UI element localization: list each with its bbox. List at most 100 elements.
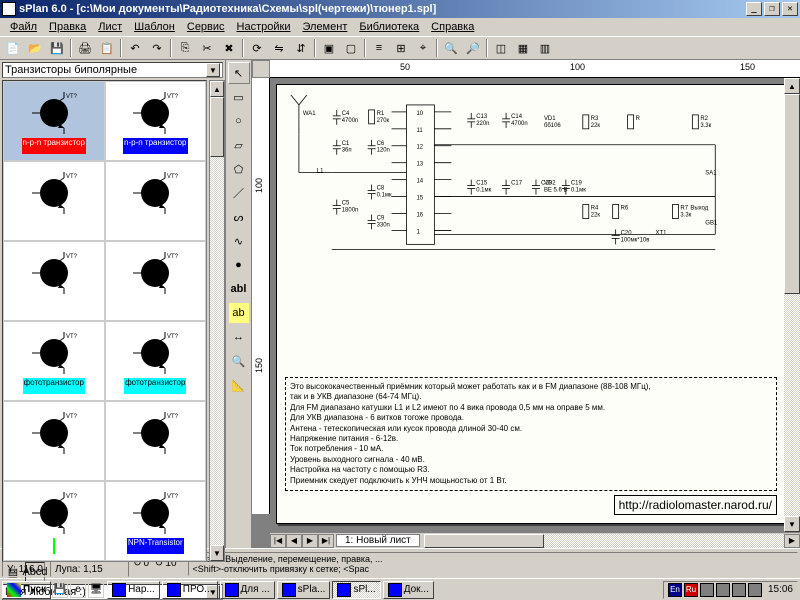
tray-icon-2[interactable]: [716, 583, 730, 597]
flip-h-button[interactable]: ⇋: [269, 38, 289, 58]
grid-button[interactable]: ⊞: [391, 38, 411, 58]
back-button[interactable]: ▢: [341, 38, 361, 58]
maximize-button[interactable]: ❐: [764, 2, 780, 16]
scroll-thumb[interactable]: [784, 94, 800, 294]
scroll-thumb[interactable]: [210, 97, 224, 157]
scroll-track[interactable]: [210, 97, 224, 545]
palette-item[interactable]: VT?: [3, 161, 105, 241]
measure-tool[interactable]: 📐: [228, 374, 250, 396]
menu-file[interactable]: Файл: [4, 19, 43, 35]
polygon-tool[interactable]: ⬠: [228, 158, 250, 180]
menu-element[interactable]: Элемент: [296, 19, 353, 35]
sheet-tab-1[interactable]: 1: Новый лист: [336, 534, 420, 547]
taskbar-task[interactable]: sPl...: [332, 581, 380, 599]
tool-a-button[interactable]: ▦: [513, 38, 533, 58]
shape-tool[interactable]: ▱: [228, 134, 250, 156]
component-button[interactable]: ◫: [491, 38, 511, 58]
pointer-tool[interactable]: ↖: [228, 62, 250, 84]
taskbar-task[interactable]: Док...: [383, 581, 434, 599]
taskbar-task[interactable]: Нар...: [107, 581, 160, 599]
menu-sheet[interactable]: Лист: [92, 19, 128, 35]
menu-template[interactable]: Шаблон: [128, 19, 181, 35]
menu-edit[interactable]: Правка: [43, 19, 92, 35]
library-category-dropdown[interactable]: Транзисторы биполярные ▼: [2, 62, 223, 78]
line-tool[interactable]: ／: [228, 182, 250, 204]
tray-lang-en[interactable]: En: [668, 583, 682, 597]
print-button[interactable]: 🖨: [75, 38, 95, 58]
taskbar-task[interactable]: sPla...: [277, 581, 331, 599]
undo-button[interactable]: ↶: [125, 38, 145, 58]
junction-tool[interactable]: ●: [228, 254, 250, 276]
palette-scrollbar[interactable]: ▲ ▼: [209, 80, 225, 562]
align-button[interactable]: ≡: [369, 38, 389, 58]
front-button[interactable]: ▣: [319, 38, 339, 58]
palette-item[interactable]: VT?: [3, 401, 105, 481]
tray-lang-ru[interactable]: Ru: [684, 583, 698, 597]
svg-text:GB1: GB1: [705, 220, 718, 226]
scroll-down-button[interactable]: ▼: [210, 545, 224, 561]
hscroll-right[interactable]: ▶: [784, 534, 800, 548]
scroll-down-icon[interactable]: ▼: [784, 516, 800, 532]
export-button[interactable]: 📋: [97, 38, 117, 58]
save-button[interactable]: 💾: [47, 38, 67, 58]
palette-item[interactable]: VT?n-p-n транзистор: [105, 81, 207, 161]
canvas-scroll[interactable]: WA1 101112131415161C44700nC136пC6120nC51…: [270, 78, 800, 532]
bezier-tool[interactable]: ∿: [228, 230, 250, 252]
palette-item[interactable]: VT?NPN-Transistor: [105, 481, 207, 561]
open-button[interactable]: 📂: [25, 38, 45, 58]
sheet-prev[interactable]: ◀: [286, 534, 302, 548]
text-tool[interactable]: abl: [228, 278, 250, 300]
palette-item[interactable]: VT?: [3, 481, 105, 561]
cut-button[interactable]: ✂: [197, 38, 217, 58]
svg-text:15: 15: [416, 196, 423, 202]
taskbar-task[interactable]: Для ...: [220, 581, 275, 599]
scroll-thumb[interactable]: [424, 534, 544, 548]
rotate-button[interactable]: ⟳: [247, 38, 267, 58]
taskbar-task[interactable]: ПРО...: [162, 581, 218, 599]
palette-item[interactable]: VT?: [105, 401, 207, 481]
menu-help[interactable]: Справка: [425, 19, 480, 35]
schematic-page[interactable]: WA1 101112131415161C44700nC136пC6120nC51…: [276, 84, 786, 524]
start-button[interactable]: Пуск: [2, 581, 51, 599]
palette-item[interactable]: VT?: [105, 241, 207, 321]
new-button[interactable]: 📄: [3, 38, 23, 58]
redo-button[interactable]: ↷: [147, 38, 167, 58]
canvas-scrollbar-h[interactable]: [424, 534, 784, 548]
zoom-tool[interactable]: 🔍: [228, 350, 250, 372]
tray-icon-4[interactable]: [748, 583, 762, 597]
quicklaunch-ie[interactable]: e: [70, 582, 86, 598]
rect-tool[interactable]: ▭: [228, 86, 250, 108]
dimension-tool[interactable]: ↔: [228, 326, 250, 348]
tool-b-button[interactable]: ▥: [535, 38, 555, 58]
palette-item[interactable]: VT?: [3, 241, 105, 321]
palette-item[interactable]: VT?: [105, 161, 207, 241]
find-button[interactable]: 🔍: [441, 38, 461, 58]
palette-item[interactable]: VT?n-p-n транзистор: [3, 81, 105, 161]
scroll-up-icon[interactable]: ▲: [784, 78, 800, 94]
scroll-track[interactable]: [784, 94, 800, 516]
quicklaunch-save[interactable]: 💾: [52, 582, 68, 598]
quicklaunch-desktop[interactable]: 🖥: [88, 582, 104, 598]
close-button[interactable]: ✕: [782, 2, 798, 16]
palette-item[interactable]: VT?фототранзистор: [3, 321, 105, 401]
menu-service[interactable]: Сервис: [181, 19, 231, 35]
sheet-last[interactable]: ▶|: [318, 534, 334, 548]
delete-button[interactable]: ✖: [219, 38, 239, 58]
flip-v-button[interactable]: ⇵: [291, 38, 311, 58]
palette-item[interactable]: VT?фототранзистор: [105, 321, 207, 401]
sheet-first[interactable]: |◀: [270, 534, 286, 548]
snap-button[interactable]: ⌖: [413, 38, 433, 58]
tray-icon-3[interactable]: [732, 583, 746, 597]
sheet-next[interactable]: ▶: [302, 534, 318, 548]
circle-tool[interactable]: ○: [228, 110, 250, 132]
freehand-tool[interactable]: ᔕ: [228, 206, 250, 228]
tray-icon-1[interactable]: [700, 583, 714, 597]
minimize-button[interactable]: _: [746, 2, 762, 16]
canvas-scrollbar-v[interactable]: ▲ ▼: [784, 78, 800, 532]
menu-settings[interactable]: Настройки: [231, 19, 297, 35]
label-tool[interactable]: ab: [228, 302, 250, 324]
copy-button[interactable]: ⎘: [175, 38, 195, 58]
scroll-up-button[interactable]: ▲: [210, 81, 224, 97]
menu-library[interactable]: Библиотека: [353, 19, 425, 35]
replace-button[interactable]: 🔎: [463, 38, 483, 58]
